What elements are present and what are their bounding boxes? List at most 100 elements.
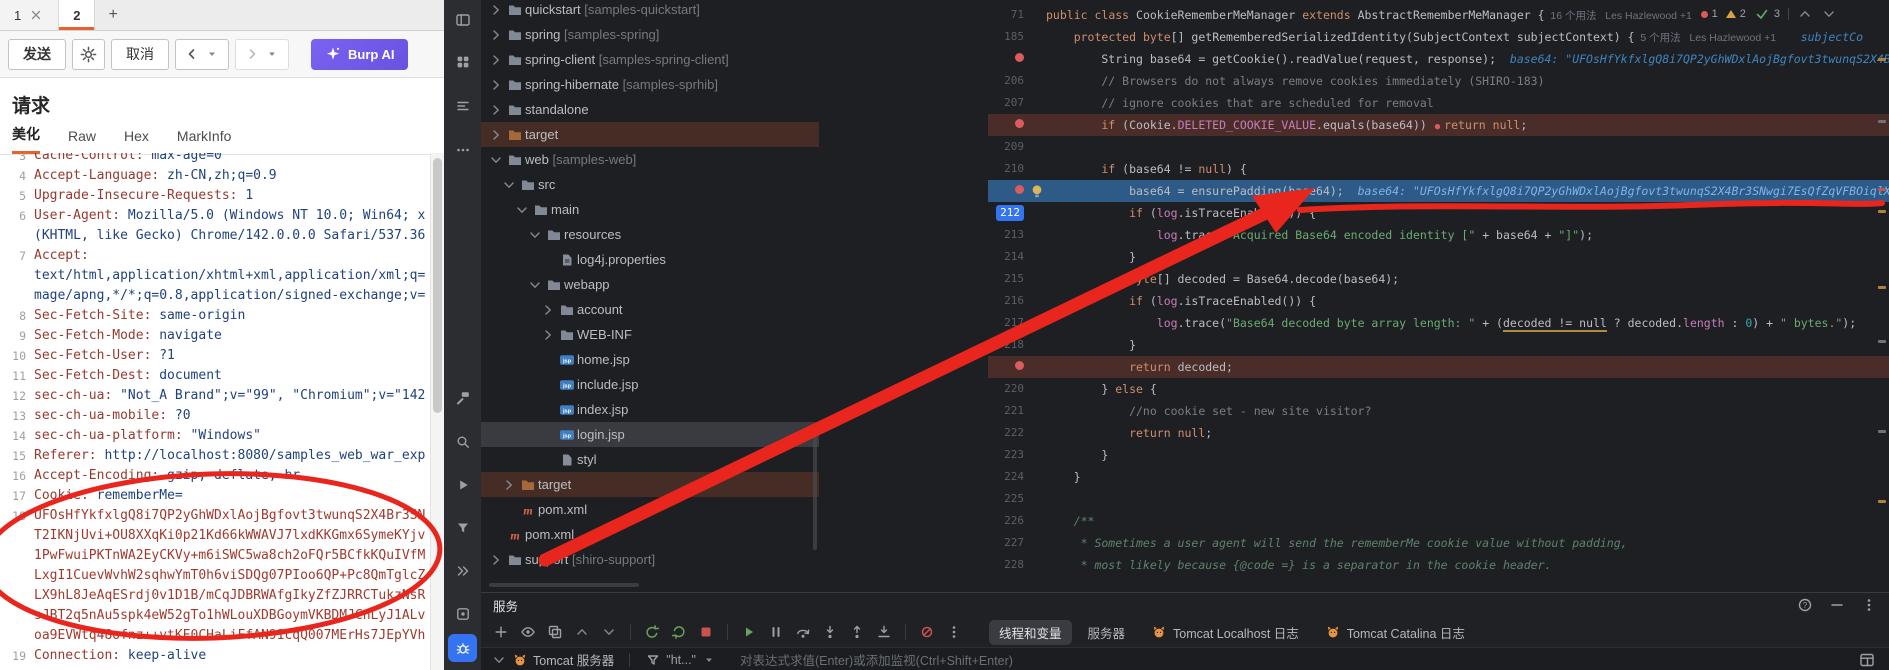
cancel-button[interactable]: 取消 [111, 38, 169, 70]
new-tab-button[interactable]: + [95, 0, 130, 30]
line-number-gutter[interactable]: 206 [988, 70, 1028, 92]
next-problem-button[interactable] [1821, 6, 1837, 22]
layout-icon[interactable] [1859, 652, 1875, 668]
line-number-gutter[interactable]: 225 [988, 488, 1028, 510]
tree-item-target[interactable]: target [481, 472, 819, 497]
eye-button[interactable] [516, 620, 540, 644]
chevron-down-icon[interactable] [487, 152, 504, 168]
line-number-gutter[interactable]: 216 [988, 290, 1028, 312]
layers-button[interactable] [543, 620, 567, 644]
debug-tool-button[interactable] [448, 634, 477, 662]
run-to-cursor-button[interactable] [872, 620, 896, 644]
burp-ai-button[interactable]: Burp AI [311, 38, 409, 70]
tree-item-quickstart[interactable]: quickstart [samples-quickstart] [481, 0, 819, 22]
chevron-down-button[interactable] [597, 620, 621, 644]
line-number-gutter[interactable]: 214 [988, 246, 1028, 268]
services-tab-服务器[interactable]: 服务器 [1078, 620, 1136, 645]
line-number-gutter[interactable]: 213 [988, 224, 1028, 246]
line-number-gutter[interactable]: 228 [988, 554, 1028, 576]
inspection-warnings[interactable]: 2 [1725, 3, 1746, 25]
line-number-gutter[interactable]: 71 [988, 4, 1028, 26]
resume-button[interactable] [737, 620, 761, 644]
tree-item-pom.xml[interactable]: m pom.xml [481, 522, 819, 547]
line-number-gutter[interactable]: 212 [988, 202, 1028, 224]
tree-item-login.jsp[interactable]: jsp login.jsp [481, 422, 819, 447]
tree-item-log4j.properties[interactable]: log4j.properties [481, 247, 819, 272]
forward-button[interactable] [235, 38, 289, 70]
view-tab-美化[interactable]: 美化 [12, 124, 40, 154]
services-tool-button[interactable] [448, 600, 477, 628]
tree-horizontal-scrollbar[interactable] [489, 583, 639, 587]
step-into-button[interactable] [818, 620, 842, 644]
plugins-tool-button[interactable] [448, 48, 477, 76]
filter-tool-button[interactable] [448, 514, 477, 542]
chevron-down-icon[interactable] [513, 202, 530, 218]
restart-button[interactable] [667, 620, 691, 644]
line-number-gutter[interactable]: 227 [988, 532, 1028, 554]
chevron-down-icon[interactable] [526, 227, 543, 243]
window-layout-tool-button[interactable] [448, 6, 477, 34]
inspections-widget[interactable]: 1 2 3 [1700, 3, 1837, 25]
more-v-button[interactable] [942, 620, 966, 644]
tree-item-main[interactable]: main [481, 197, 819, 222]
tree-item-spring[interactable]: spring [samples-spring] [481, 22, 819, 47]
tree-item-WEB-INF[interactable]: WEB-INF [481, 322, 819, 347]
inline-breakpoint-icon[interactable]: ● [1435, 122, 1440, 132]
settings-gear-button[interactable] [72, 38, 105, 70]
build-tool-button[interactable] [448, 384, 477, 412]
tree-item-resources[interactable]: resources [481, 222, 819, 247]
tree-item-webapp[interactable]: webapp [481, 272, 819, 297]
tree-item-styl[interactable]: styl [481, 447, 819, 472]
chevron-up-button[interactable] [570, 620, 594, 644]
services-tab-线程和变量[interactable]: 线程和变量 [989, 619, 1072, 645]
search-tool-button[interactable] [448, 428, 477, 456]
breakpoint-icon[interactable] [1015, 361, 1024, 370]
breakpoint-icon[interactable] [1015, 119, 1024, 128]
step-over-button[interactable] [791, 620, 815, 644]
line-number-gutter[interactable]: 209 [988, 136, 1028, 158]
plus-button[interactable] [489, 620, 513, 644]
chevron-right-icon[interactable] [487, 127, 504, 143]
chevron-right-icon[interactable] [500, 477, 517, 493]
message-tab-2[interactable]: 2 [59, 0, 96, 30]
line-number-gutter[interactable] [988, 356, 1028, 378]
chevron-down-icon[interactable] [500, 177, 517, 193]
line-number-gutter[interactable]: 220 [988, 378, 1028, 400]
structure-tool-button[interactable] [448, 92, 477, 120]
message-tab-1[interactable]: 1 [0, 0, 60, 30]
services-tab-Tomcat Catalina 日志[interactable]: Tomcat Catalina 日志 [1315, 620, 1475, 645]
line-number-gutter[interactable]: 218 [988, 334, 1028, 356]
help-button[interactable]: ? [1797, 597, 1813, 613]
line-number-gutter[interactable]: 207 [988, 92, 1028, 114]
inspection-ok[interactable]: 3 [1754, 3, 1780, 25]
tree-item-standalone[interactable]: standalone [481, 97, 819, 122]
intention-bulb-icon[interactable] [1028, 180, 1046, 202]
tree-item-spring-client[interactable]: spring-client [samples-spring-client] [481, 47, 819, 72]
line-number-gutter[interactable]: 221 [988, 400, 1028, 422]
chevron-right-icon[interactable] [487, 102, 504, 118]
tree-item-pom.xml[interactable]: m pom.xml [481, 497, 819, 522]
minimize-button[interactable] [1829, 597, 1845, 613]
step-out-button[interactable] [845, 620, 869, 644]
chevron-right-icon[interactable] [487, 2, 504, 18]
tree-item-include.jsp[interactable]: jsp include.jsp [481, 372, 819, 397]
line-number-gutter[interactable]: 222 [988, 422, 1028, 444]
line-number-gutter[interactable]: 224 [988, 466, 1028, 488]
chevron-down-icon[interactable] [526, 277, 543, 293]
chevron-right-icon[interactable] [487, 552, 504, 568]
breakpoint-icon[interactable] [1015, 185, 1024, 194]
request-editor[interactable]: 3 Cache-Control: max-age=0 4 Accept-Languag… [0, 153, 431, 670]
breakpoint-icon[interactable] [1015, 53, 1024, 62]
tree-item-support[interactable]: support [shiro-support] [481, 547, 819, 572]
run-tool-button[interactable] [448, 471, 477, 499]
line-number-gutter[interactable] [988, 48, 1028, 70]
send-button[interactable]: 发送 [8, 38, 66, 70]
line-number-gutter[interactable] [988, 180, 1028, 202]
mute-breakpoints-button[interactable] [915, 620, 939, 644]
chevron-right-icon[interactable] [539, 302, 556, 318]
tree-vertical-scrollbar[interactable] [813, 430, 817, 550]
tree-item-target[interactable]: target [481, 122, 819, 147]
line-number-gutter[interactable]: 226 [988, 510, 1028, 532]
line-number-gutter[interactable]: 210 [988, 158, 1028, 180]
tree-item-home.jsp[interactable]: jsp home.jsp [481, 347, 819, 372]
